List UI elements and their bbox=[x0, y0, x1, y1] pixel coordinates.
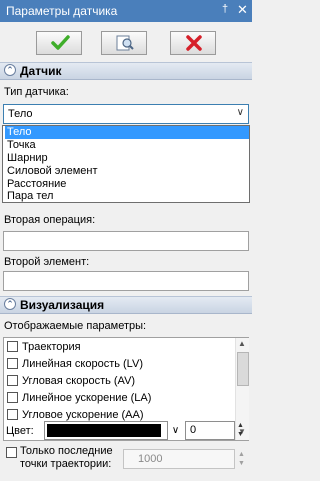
second-operation-field[interactable] bbox=[3, 231, 249, 251]
close-icon[interactable]: ✕ bbox=[237, 2, 248, 18]
second-operation-label: Вторая операция: bbox=[4, 214, 96, 226]
checkbox[interactable] bbox=[7, 409, 18, 420]
sensor-type-dropdown: Тело Точка Шарнир Силовой элемент Рассто… bbox=[2, 125, 250, 203]
dropdown-option[interactable]: Пара тел bbox=[5, 190, 249, 203]
checkbox[interactable] bbox=[7, 392, 18, 403]
color-swatch bbox=[47, 424, 161, 437]
spin-up-icon[interactable]: ▲ bbox=[238, 451, 245, 458]
preview-button[interactable] bbox=[101, 31, 147, 55]
last-points-input[interactable]: 1000 bbox=[123, 449, 235, 469]
checkbox[interactable] bbox=[7, 375, 18, 386]
scroll-thumb[interactable] bbox=[237, 352, 249, 386]
list-item[interactable]: Траектория bbox=[6, 339, 232, 356]
list-item-label: Траектория bbox=[22, 341, 81, 353]
last-points-spinner[interactable]: ▲ ▼ bbox=[236, 449, 249, 469]
checkbox[interactable] bbox=[7, 358, 18, 369]
last-points-label-line1: Только последние bbox=[20, 445, 113, 457]
sensor-type-label: Тип датчика: bbox=[4, 86, 69, 98]
last-points-checkbox[interactable] bbox=[6, 447, 17, 458]
color-picker[interactable] bbox=[44, 421, 168, 440]
sensor-type-select[interactable]: Тело ∨ bbox=[3, 104, 249, 124]
color-label: Цвет: bbox=[6, 425, 34, 437]
visual-section-label: Визуализация bbox=[20, 298, 105, 312]
second-element-field[interactable] bbox=[3, 271, 249, 291]
sensor-type-value: Тело bbox=[8, 108, 33, 120]
last-points-label-line2: точки траектории: bbox=[20, 458, 112, 470]
list-item-label: Линейное ускорение (LA) bbox=[22, 392, 152, 404]
line-width-value: 0 bbox=[190, 424, 197, 436]
collapse-icon[interactable]: ⌃ bbox=[4, 298, 16, 310]
line-width-input[interactable]: 0 bbox=[185, 421, 235, 440]
list-item-label: Угловая скорость (AV) bbox=[22, 375, 136, 387]
cancel-icon bbox=[186, 35, 202, 51]
window-title: Параметры датчика bbox=[6, 4, 118, 18]
collapse-icon[interactable]: ⌃ bbox=[4, 64, 16, 76]
list-item-label: Угловое ускорение (AA) bbox=[22, 409, 144, 421]
pin-icon[interactable]: † bbox=[222, 3, 228, 15]
cancel-button[interactable] bbox=[170, 31, 216, 55]
spin-down-icon[interactable]: ▼ bbox=[238, 460, 245, 467]
list-item[interactable]: Линейное ускорение (LA) bbox=[6, 390, 232, 407]
dropdown-option[interactable]: Тело bbox=[5, 126, 249, 139]
last-points-value: 1000 bbox=[138, 453, 163, 465]
chevron-down-icon[interactable]: ∨ bbox=[168, 421, 183, 440]
dropdown-option[interactable]: Силовой элемент bbox=[5, 165, 249, 178]
chevron-down-icon[interactable]: ∨ bbox=[237, 107, 244, 118]
title-bar: Параметры датчика † ✕ bbox=[0, 0, 252, 22]
ok-button[interactable] bbox=[36, 31, 82, 55]
list-item[interactable]: Линейная скорость (LV) bbox=[6, 356, 232, 373]
dropdown-option[interactable]: Шарнир bbox=[5, 152, 249, 165]
sensor-section-header[interactable]: ⌃ Датчик bbox=[0, 62, 252, 80]
list-item-label: Линейная скорость (LV) bbox=[22, 358, 143, 370]
dropdown-option[interactable]: Точка bbox=[5, 139, 249, 152]
second-element-label: Второй элемент: bbox=[4, 256, 90, 268]
visual-section-header[interactable]: ⌃ Визуализация bbox=[0, 296, 252, 314]
displayed-params-label: Отображаемые параметры: bbox=[4, 320, 147, 332]
sensor-section-label: Датчик bbox=[20, 64, 62, 78]
preview-icon bbox=[116, 35, 134, 51]
checkmark-icon bbox=[51, 35, 70, 50]
line-width-spinner[interactable]: ▲ ▼ bbox=[235, 421, 249, 440]
spin-down-icon[interactable]: ▼ bbox=[237, 431, 244, 438]
scroll-up-icon[interactable]: ▲ bbox=[238, 339, 246, 348]
checkbox[interactable] bbox=[7, 341, 18, 352]
list-item[interactable]: Угловая скорость (AV) bbox=[6, 373, 232, 390]
spin-up-icon[interactable]: ▲ bbox=[237, 422, 244, 429]
